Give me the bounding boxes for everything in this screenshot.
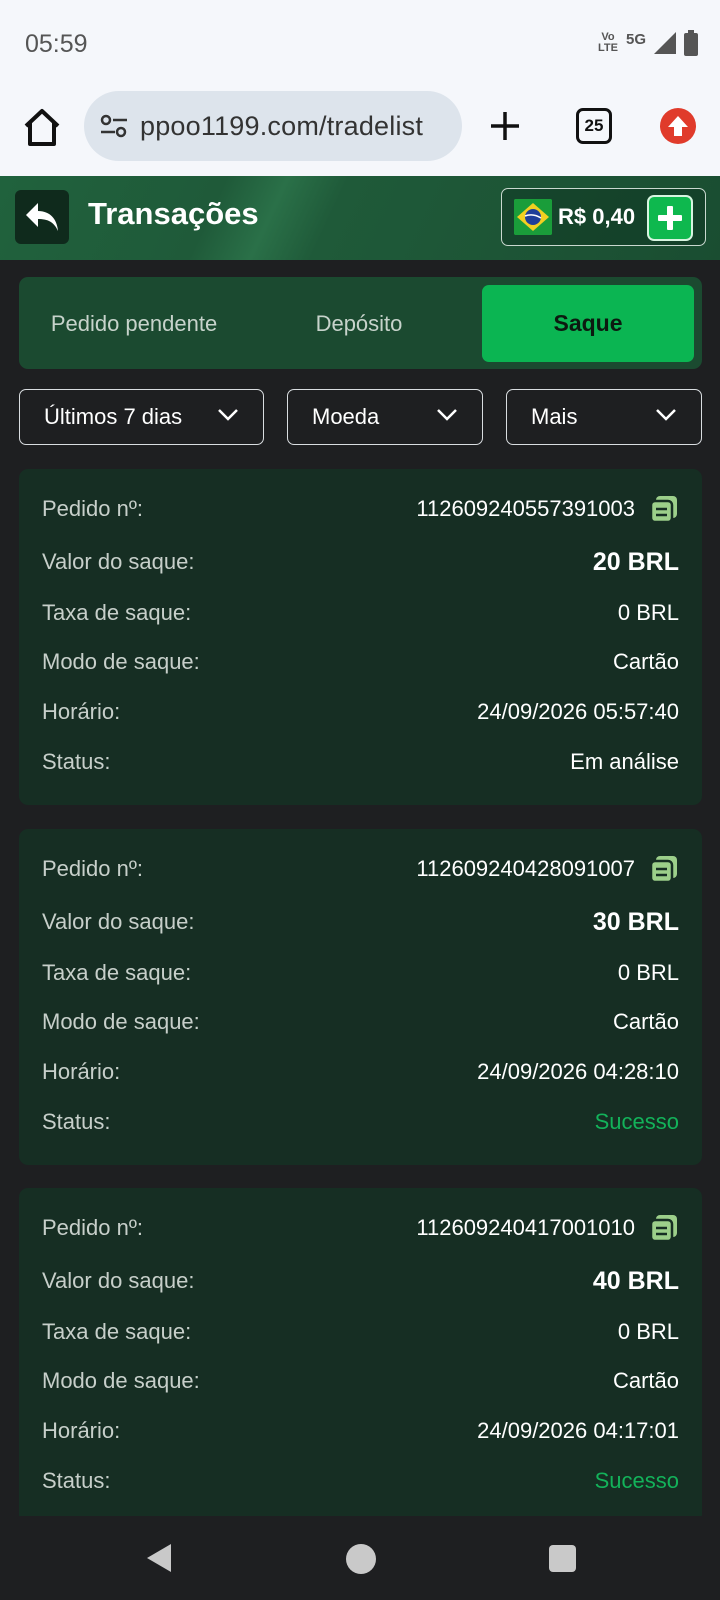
status-label: Status: xyxy=(42,749,111,774)
withdrawal-fee: 0 BRL xyxy=(617,1319,679,1344)
chevron-down-icon xyxy=(656,409,676,421)
volte-icon: Vo LTE xyxy=(598,31,618,54)
order-number: 112609240417001010 xyxy=(416,1215,635,1240)
withdrawal-amount: 40 BRL xyxy=(592,1266,679,1295)
nav-home-icon[interactable] xyxy=(346,1544,376,1574)
address-bar[interactable]: ppoo1199.com/tradelist xyxy=(84,91,462,161)
time-label: Horário: xyxy=(42,1059,121,1084)
balance-widget: R$ 0,40 xyxy=(501,188,706,246)
withdrawal-amount: 30 BRL xyxy=(592,907,679,936)
period-filter-label: Últimos 7 dias xyxy=(44,404,183,429)
transaction-card: Pedido nº: 1126092405573910​03 Valor do … xyxy=(19,469,702,805)
time-label: Horário: xyxy=(42,699,121,724)
reply-arrow-icon xyxy=(26,203,58,231)
transaction-status: Sucesso xyxy=(594,1109,679,1134)
order-number: 112609240428091007 xyxy=(416,856,635,881)
order-label: Pedido nº: xyxy=(42,496,143,521)
fee-label: Taxa de saque: xyxy=(42,1319,192,1344)
order-label: Pedido nº: xyxy=(42,1215,143,1240)
copy-icon[interactable] xyxy=(649,494,679,524)
amount-label: Valor do saque: xyxy=(42,549,195,574)
more-filter-label: Mais xyxy=(531,404,578,429)
amount-label: Valor do saque: xyxy=(42,1268,195,1293)
browser-toolbar: ppoo1199.com/tradelist 25 xyxy=(0,86,720,176)
nav-back-icon[interactable] xyxy=(145,1542,173,1574)
new-tab-icon[interactable] xyxy=(487,108,523,144)
network-type: 5G xyxy=(625,30,646,48)
time-label: Horário: xyxy=(42,1418,121,1443)
status-bar: 05:59 Vo LTE 5G xyxy=(0,0,720,86)
site-settings-icon[interactable] xyxy=(100,113,128,139)
mode-label: Modo de saque: xyxy=(42,649,200,674)
home-icon[interactable] xyxy=(22,106,62,150)
page-title: Transações xyxy=(88,196,259,231)
transaction-card: Pedido nº: 112609240428091007 Valor do s… xyxy=(19,829,702,1165)
more-filter[interactable]: Mais xyxy=(506,389,702,445)
status-label: Status: xyxy=(42,1468,111,1493)
tab-switcher-button[interactable]: 25 xyxy=(576,108,612,144)
withdrawal-mode: Cartão xyxy=(612,1368,679,1393)
brazil-flag-icon xyxy=(514,199,552,235)
transaction-time: 24/09/2026 04:17:01 xyxy=(477,1418,679,1443)
nav-recents-icon[interactable] xyxy=(549,1545,576,1572)
clock: 05:59 xyxy=(25,30,88,58)
mode-label: Modo de saque: xyxy=(42,1368,200,1393)
app-header: Transações R$ 0,40 xyxy=(0,176,720,260)
transaction-status: Em análise xyxy=(570,749,679,774)
period-filter[interactable]: Últimos 7 dias xyxy=(19,389,264,445)
fee-label: Taxa de saque: xyxy=(42,600,192,625)
transaction-card: Pedido nº: 112609240417001010 Valor do s… xyxy=(19,1188,702,1524)
transaction-time: 24/09/2026 04:28:10 xyxy=(477,1059,679,1084)
plus-icon xyxy=(658,206,682,230)
deposit-add-button[interactable] xyxy=(647,195,693,241)
withdrawal-fee: 0 BRL xyxy=(617,960,679,985)
signal-icon xyxy=(654,32,676,54)
currency-filter-label: Moeda xyxy=(312,404,380,429)
currency-filter[interactable]: Moeda xyxy=(287,389,483,445)
chevron-down-icon xyxy=(437,409,457,421)
battery-icon xyxy=(684,30,698,56)
tab-deposit[interactable]: Depósito xyxy=(259,285,459,362)
copy-icon[interactable] xyxy=(649,1213,679,1243)
order-label: Pedido nº: xyxy=(42,856,143,881)
balance-amount: R$ 0,40 xyxy=(558,204,636,229)
amount-label: Valor do saque: xyxy=(42,909,195,934)
transaction-status: Sucesso xyxy=(594,1468,679,1493)
system-nav-bar xyxy=(0,1516,720,1600)
chevron-down-icon xyxy=(218,409,238,421)
tab-pending-orders[interactable]: Pedido pendente xyxy=(19,285,249,362)
tab-withdrawal[interactable]: Saque xyxy=(482,285,694,362)
withdrawal-mode: Cartão xyxy=(612,649,679,674)
fee-label: Taxa de saque: xyxy=(42,960,192,985)
withdrawal-amount: 20 BRL xyxy=(592,547,679,576)
back-button[interactable] xyxy=(15,190,69,244)
mode-label: Modo de saque: xyxy=(42,1009,200,1034)
transaction-tabs: Pedido pendente Depósito Saque xyxy=(19,277,702,369)
update-icon[interactable] xyxy=(660,108,696,144)
withdrawal-fee: 0 BRL xyxy=(617,600,679,625)
transaction-time: 24/09/2026 05:57:40 xyxy=(477,699,679,724)
order-number: 1126092405573910​03 xyxy=(416,496,635,521)
withdrawal-mode: Cartão xyxy=(612,1009,679,1034)
status-label: Status: xyxy=(42,1109,111,1134)
url-text: ppoo1199.com/tradelist xyxy=(140,110,424,141)
copy-icon[interactable] xyxy=(649,854,679,884)
system-icons: Vo LTE 5G xyxy=(598,30,698,56)
